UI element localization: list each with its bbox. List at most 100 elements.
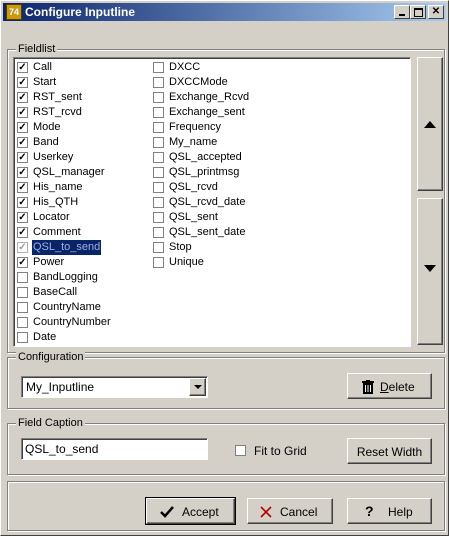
field-label: QSL_printmsg <box>169 166 240 178</box>
field-label: QSL_rcvd_date <box>169 196 246 208</box>
minimize-button[interactable] <box>394 5 410 19</box>
field-checkbox[interactable]: ✓ <box>17 62 28 73</box>
field-checkbox[interactable] <box>153 182 164 193</box>
field-checkbox[interactable] <box>153 242 164 253</box>
question-icon: ? <box>365 503 374 519</box>
reset-width-button[interactable]: Reset Width <box>347 438 432 464</box>
field-label: Date <box>33 331 57 343</box>
field-checkbox[interactable]: ✓ <box>17 77 28 88</box>
field-checkbox[interactable] <box>153 77 164 88</box>
fit-to-grid-label: Fit to Grid <box>254 444 307 458</box>
configuration-value: My_Inputline <box>26 380 95 394</box>
field-checkbox[interactable]: ✓ <box>17 152 28 163</box>
field-label: Start <box>33 76 57 88</box>
field-checkbox[interactable]: ✓ <box>17 197 28 208</box>
help-button[interactable]: ? Help <box>347 498 432 524</box>
help-label: Help <box>388 505 413 519</box>
field-label: BandLogging <box>33 271 98 283</box>
field-label: DXCC <box>169 61 201 73</box>
close-button[interactable]: ✕ <box>428 5 444 19</box>
field-checkbox[interactable] <box>153 92 164 103</box>
field-label: Frequency <box>169 121 221 133</box>
field-checkbox[interactable]: ✓ <box>17 182 28 193</box>
delete-button[interactable]: Delete <box>347 373 432 399</box>
reset-width-label: Reset Width <box>356 445 423 459</box>
field-label: RST_rcvd <box>33 106 82 118</box>
field-label: Call <box>33 61 52 73</box>
field-checkbox[interactable]: ✓ <box>17 212 28 223</box>
field-checkbox[interactable] <box>17 272 28 283</box>
field-checkbox[interactable] <box>17 287 28 298</box>
field-caption-input[interactable]: QSL_to_send <box>21 438 208 460</box>
field-label: QSL_manager <box>33 166 105 178</box>
fieldlist-label: Fieldlist <box>16 43 58 55</box>
field-label: Locator <box>33 211 70 223</box>
field-checkbox[interactable]: ✓ <box>17 137 28 148</box>
field-label: BaseCall <box>33 286 78 298</box>
field-checkbox[interactable]: ✓ <box>17 107 28 118</box>
maximize-icon <box>413 8 423 17</box>
arrow-down-icon <box>424 265 436 272</box>
field-caption-label: Field Caption <box>16 417 85 429</box>
field-label: RST_sent <box>33 91 82 103</box>
field-label: Userkey <box>33 151 74 163</box>
move-up-button[interactable] <box>417 57 443 191</box>
field-checkbox[interactable] <box>153 137 164 148</box>
field-label: CountryNumber <box>33 316 111 328</box>
delete-label: Delete <box>380 380 415 394</box>
field-checkbox[interactable] <box>153 122 164 133</box>
field-checkbox[interactable]: ✓ <box>17 257 28 268</box>
title-bar[interactable]: 74 Configure Inputline ✕ <box>3 3 446 21</box>
field-checkbox[interactable] <box>153 257 164 268</box>
field-caption-value: QSL_to_send <box>25 442 99 456</box>
chevron-down-icon <box>194 385 202 389</box>
maximize-button[interactable] <box>410 5 426 19</box>
field-label: QSL_sent_date <box>169 226 246 238</box>
app-icon: 74 <box>6 4 22 20</box>
field-label: Power <box>33 256 65 268</box>
move-down-button[interactable] <box>417 198 443 345</box>
field-label: CountryName <box>33 301 101 313</box>
field-listbox[interactable]: ✓ Call ✓ Start ✓ RST_sent ✓ RST_rcvd ✓ Mode ✓ Band ✓… <box>13 57 411 347</box>
field-label: Stop <box>169 241 192 253</box>
field-checkbox[interactable]: ✓ <box>17 167 28 178</box>
field-label: His_name <box>33 181 83 193</box>
field-checkbox[interactable] <box>153 212 164 223</box>
field-label: DXCCMode <box>169 76 228 88</box>
dialog-window: 74 Configure Inputline ✕ Fieldlist ✓ Call… <box>0 0 449 536</box>
accept-button[interactable]: Accept <box>145 497 236 525</box>
field-label: QSL_rcvd <box>169 181 218 193</box>
field-label: Unique <box>169 256 204 268</box>
field-checkbox[interactable] <box>153 152 164 163</box>
field-label: Exchange_Rcvd <box>169 91 250 103</box>
field-label: Band <box>33 136 59 148</box>
field-checkbox[interactable] <box>153 227 164 238</box>
field-label: My_name <box>169 136 218 148</box>
field-checkbox[interactable] <box>17 317 28 328</box>
checkmark-icon <box>160 506 174 518</box>
cancel-button[interactable]: Cancel <box>247 498 333 524</box>
field-checkbox[interactable] <box>153 197 164 208</box>
accept-label: Accept <box>182 505 219 519</box>
fit-to-grid-box[interactable] <box>235 445 246 456</box>
cancel-label: Cancel <box>280 505 318 519</box>
field-checkbox[interactable]: ✓ <box>17 242 28 253</box>
field-label: Comment <box>33 226 81 238</box>
field-label: QSL_accepted <box>169 151 242 163</box>
field-label: Mode <box>33 121 61 133</box>
field-checkbox[interactable]: ✓ <box>17 92 28 103</box>
field-checkbox[interactable]: ✓ <box>17 227 28 238</box>
dropdown-button[interactable] <box>189 378 206 396</box>
x-icon <box>260 506 272 518</box>
field-label: His_QTH <box>33 196 79 208</box>
window-title: Configure Inputline <box>25 5 135 19</box>
close-icon: ✕ <box>431 6 441 17</box>
configuration-select[interactable]: My_Inputline <box>21 376 208 398</box>
field-checkbox[interactable] <box>153 167 164 178</box>
field-checkbox[interactable] <box>153 62 164 73</box>
field-checkbox[interactable] <box>17 302 28 313</box>
field-checkbox[interactable] <box>17 332 28 343</box>
field-checkbox[interactable]: ✓ <box>17 122 28 133</box>
minimize-icon <box>399 14 405 16</box>
field-checkbox[interactable] <box>153 107 164 118</box>
